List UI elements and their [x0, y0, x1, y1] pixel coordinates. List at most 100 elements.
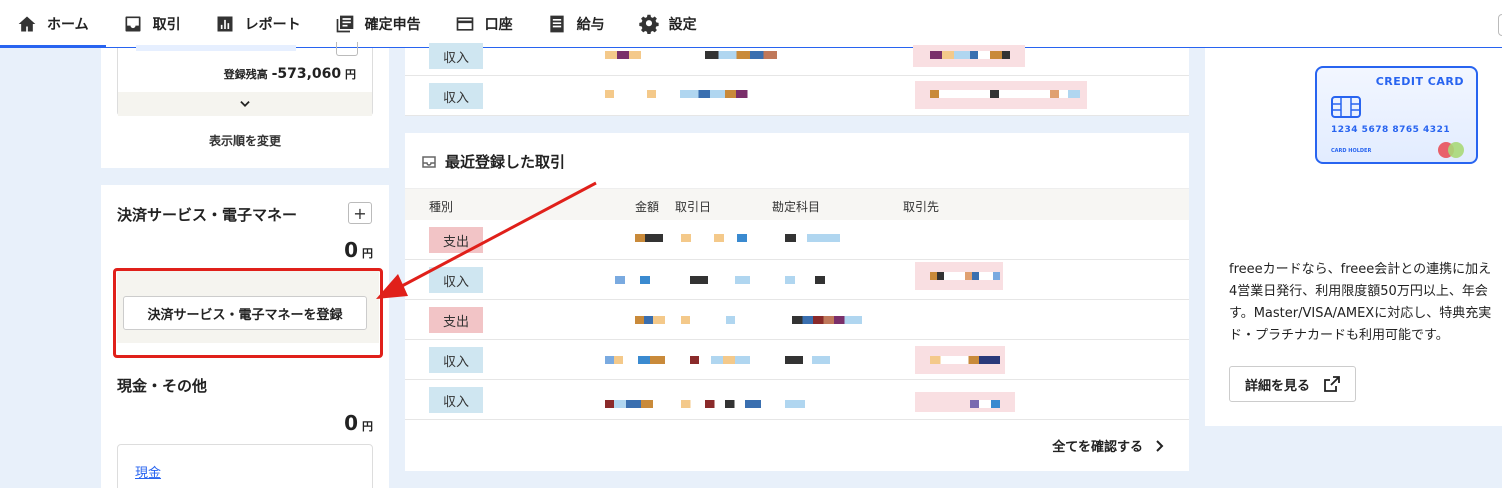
nav-home[interactable]: ホーム — [0, 0, 106, 48]
accounts-panel: 登録残高 -573,060 円 表示順を変更 — [101, 42, 389, 168]
recent-transactions-panel: 最近登録した取引 種別 金額 取引日 勘定科目 取引先 支出 収入 支出 収入 … — [405, 133, 1189, 471]
redacted-date — [681, 234, 747, 242]
table-row[interactable]: 支出 — [405, 300, 1189, 340]
header-date: 取引日 — [675, 200, 712, 214]
redacted-partner-text — [930, 90, 1080, 98]
redacted-amount — [615, 276, 665, 284]
redacted-partner-text — [930, 51, 1010, 59]
expand-accounts-button[interactable] — [118, 92, 372, 116]
redacted-date — [690, 356, 750, 364]
library-icon — [336, 15, 353, 32]
table-header: 種別 金額 取引日 勘定科目 取引先 — [405, 188, 1189, 220]
payment-amount-value: 0 — [344, 238, 358, 262]
table-row[interactable]: 収入 — [405, 36, 1189, 76]
nav-transactions-label: 取引 — [152, 16, 181, 33]
cash-account-link[interactable]: 現金 — [135, 462, 161, 481]
payment-services-panel: 決済サービス・電子マネー + 0円 決済サービス・電子マネーを登録 現金・その他… — [101, 185, 389, 488]
nav-scroll-edge — [1498, 14, 1502, 36]
home-icon — [18, 16, 36, 31]
bar-chart-icon — [217, 16, 233, 31]
add-payment-service-button[interactable]: + — [348, 202, 372, 224]
plus-icon: + — [353, 203, 367, 223]
cash-amount-currency: 円 — [362, 420, 373, 433]
nav-reports-label: レポート — [244, 16, 301, 33]
gear-icon — [638, 14, 659, 34]
table-row[interactable]: 収入 — [405, 380, 1189, 420]
promo-text: freeeカードなら、freee会計との連携に加え 4営業日発行、利用限度額50… — [1229, 259, 1502, 347]
promo-line: 4営業日発行、利用限度額50万円以上、年会 — [1229, 284, 1488, 299]
inbox-icon — [422, 156, 436, 168]
nav-settings-label: 設定 — [668, 16, 697, 33]
payment-services-amount: 0円 — [344, 238, 373, 262]
redacted-date — [680, 90, 755, 98]
credit-card-promo-panel: CREDIT CARD 1234 5678 8765 4321 CARD HOL… — [1205, 48, 1502, 426]
chevron-right-icon — [1156, 439, 1164, 452]
promo-line: ド・プラチナカードも利用可能です。 — [1229, 328, 1449, 343]
redacted-account — [785, 400, 805, 408]
card-brand-logo-green — [1448, 142, 1464, 158]
header-partner: 取引先 — [903, 200, 940, 214]
credit-card-title: CREDIT CARD — [1375, 75, 1464, 88]
document-icon — [549, 15, 564, 32]
redacted-amount — [635, 234, 663, 242]
view-details-button[interactable]: 詳細を見る — [1229, 366, 1356, 402]
nav-home-label: ホーム — [47, 16, 89, 33]
expense-badge: 支出 — [429, 307, 483, 333]
nav-transactions[interactable]: 取引 — [106, 0, 198, 47]
inbox-icon — [125, 16, 141, 31]
redacted-date — [690, 276, 750, 284]
redacted-account — [785, 234, 840, 242]
balance-currency: 円 — [345, 68, 356, 81]
external-link-icon — [1324, 376, 1340, 392]
promo-line: す。Master/VISA/AMEXに対応し、特典充実 — [1229, 306, 1492, 321]
card-icon — [456, 16, 473, 31]
income-badge: 収入 — [429, 267, 483, 293]
view-details-label: 詳細を見る — [1244, 378, 1310, 394]
income-badge: 収入 — [429, 83, 483, 109]
payment-amount-currency: 円 — [362, 247, 373, 260]
redacted-date — [681, 400, 761, 408]
redacted-amount — [605, 400, 665, 408]
payment-services-title: 決済サービス・電子マネー — [117, 206, 298, 224]
redacted-partner-text — [930, 272, 1000, 280]
table-row[interactable]: 収入 — [405, 260, 1189, 300]
recent-transactions-title: 最近登録した取引 — [445, 153, 566, 171]
nav-accounts-label: 口座 — [484, 16, 513, 33]
balance-value: -573,060 — [271, 66, 342, 82]
redacted-amount — [605, 356, 665, 364]
redacted-partner — [915, 392, 1015, 412]
account-balance: 登録残高 -573,060 円 — [224, 66, 356, 82]
nav-payroll-label: 給与 — [576, 16, 605, 33]
redacted-account — [785, 356, 830, 364]
account-link-redacted[interactable] — [136, 42, 296, 56]
see-all-link[interactable]: 全てを確認する — [1052, 436, 1165, 455]
account-menu-button[interactable] — [336, 42, 358, 56]
see-all-label: 全てを確認する — [1052, 440, 1143, 455]
expense-badge: 支出 — [429, 227, 483, 253]
cash-account-card: 現金 — [117, 444, 373, 488]
cash-amount-value: 0 — [344, 411, 358, 435]
register-payment-service-button[interactable]: 決済サービス・電子マネーを登録 — [123, 296, 367, 330]
credit-card-holder: CARD HOLDER — [1331, 148, 1372, 154]
account-card: 登録残高 -573,060 円 — [117, 42, 373, 116]
header-account: 勘定科目 — [772, 200, 821, 214]
income-badge: 収入 — [429, 347, 483, 373]
redacted-amount — [605, 51, 665, 59]
redacted-amount — [605, 90, 665, 98]
upper-transactions-table: 収入 収入 — [405, 43, 1189, 116]
card-chip-icon — [1331, 96, 1361, 118]
header-type: 種別 — [429, 200, 454, 214]
nav-tax-return-label: 確定申告 — [364, 16, 421, 33]
table-row[interactable]: 収入 — [405, 340, 1189, 380]
income-badge: 収入 — [429, 387, 483, 413]
income-badge: 収入 — [429, 43, 483, 69]
nav-reports[interactable]: レポート — [198, 0, 318, 47]
table-row[interactable]: 支出 — [405, 220, 1189, 260]
reorder-link[interactable]: 表示順を変更 — [101, 132, 389, 149]
redacted-date — [681, 316, 741, 324]
promo-line: freeeカードなら、freee会計との連携に加え — [1229, 262, 1492, 277]
redacted-date — [705, 51, 795, 59]
table-row[interactable]: 収入 — [405, 76, 1189, 116]
redacted-account-name — [136, 45, 296, 51]
header-amount: 金額 — [635, 200, 660, 214]
